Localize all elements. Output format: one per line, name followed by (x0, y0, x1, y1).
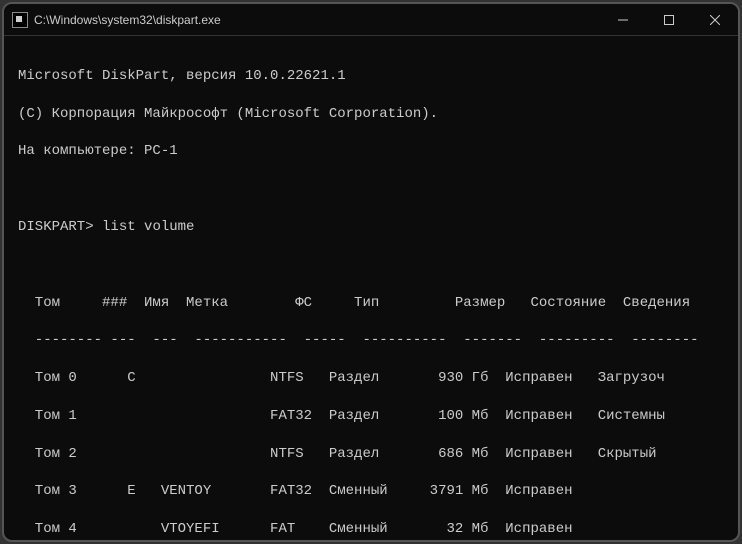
maximize-icon (664, 15, 674, 25)
app-icon (12, 12, 28, 28)
titlebar[interactable]: C:\Windows\system32\diskpart.exe (4, 4, 738, 36)
intro-line: На компьютере: PC-1 (18, 142, 724, 161)
close-button[interactable] (692, 4, 738, 35)
table-divider: -------- --- --- ----------- ----- -----… (18, 331, 724, 350)
close-icon (710, 15, 720, 25)
terminal-output[interactable]: Microsoft DiskPart, версия 10.0.22621.1 … (4, 36, 738, 540)
table-row: Том 0 C NTFS Раздел 930 Гб Исправен Загр… (18, 369, 724, 388)
minimize-icon (618, 15, 628, 25)
table-row: Том 1 FAT32 Раздел 100 Мб Исправен Систе… (18, 407, 724, 426)
intro-line: (C) Корпорация Майкрософт (Microsoft Cor… (18, 105, 724, 124)
table-row: Том 2 NTFS Раздел 686 Мб Исправен Скрыты… (18, 445, 724, 464)
prompt-line: DISKPART> list volume (18, 218, 724, 237)
window-title: C:\Windows\system32\diskpart.exe (34, 13, 600, 27)
console-window: C:\Windows\system32\diskpart.exe Microso… (2, 2, 740, 542)
table-row: Том 3 E VENTOY FAT32 Сменный 3791 Мб Исп… (18, 482, 724, 501)
table-header: Том ### Имя Метка ФС Тип Размер Состояни… (18, 294, 724, 313)
intro-line: Microsoft DiskPart, версия 10.0.22621.1 (18, 67, 724, 86)
maximize-button[interactable] (646, 4, 692, 35)
prompt-prefix: DISKPART> (18, 219, 94, 235)
blank-line (18, 256, 724, 275)
table-row: Том 4 VTOYEFI FAT Сменный 32 Мб Исправен (18, 520, 724, 539)
blank-line (18, 180, 724, 199)
command-text: list volume (102, 219, 194, 235)
window-controls (600, 4, 738, 35)
minimize-button[interactable] (600, 4, 646, 35)
